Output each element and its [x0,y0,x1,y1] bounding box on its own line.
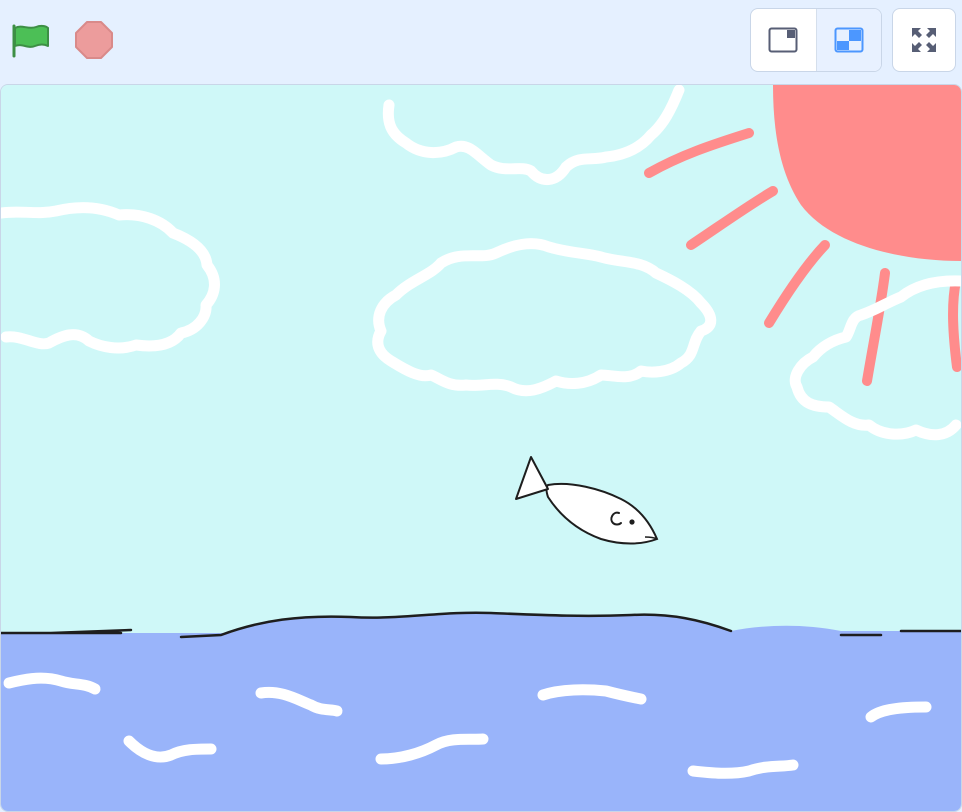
green-flag-icon[interactable] [8,20,52,60]
small-stage-button[interactable] [751,9,817,71]
fullscreen-icon [912,28,936,52]
stop-sign-icon[interactable] [72,20,116,60]
stage-size-toggle [750,8,882,72]
normal-stage-icon [834,27,864,53]
fullscreen-button[interactable] [892,8,956,72]
stage-header [0,0,962,84]
stage-canvas[interactable] [0,84,962,812]
normal-stage-button[interactable] [816,9,881,71]
small-stage-icon [768,27,798,53]
sea-drawing [1,611,961,811]
